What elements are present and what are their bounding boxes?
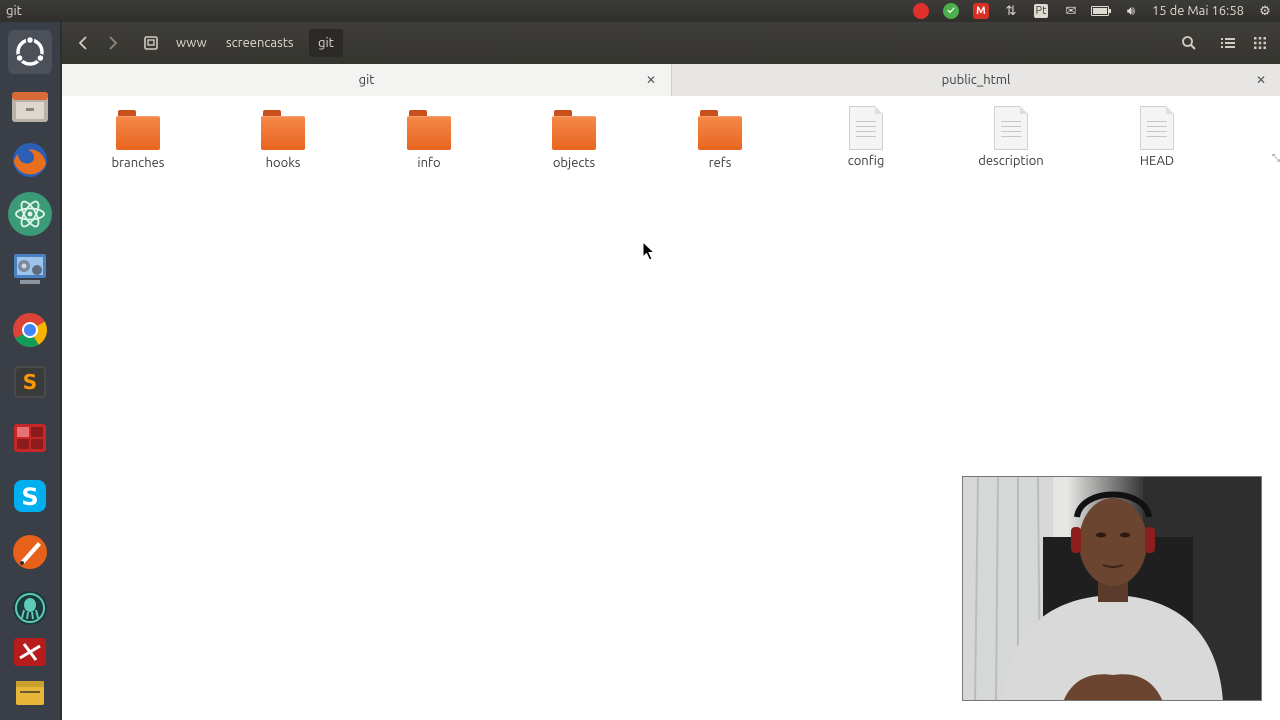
folder-icon: [698, 110, 742, 152]
file-item-branches[interactable]: branches: [83, 104, 193, 170]
settings-gear-icon[interactable]: ⚙: [1254, 0, 1276, 22]
keyboard-layout-label: Pt: [1033, 4, 1049, 18]
atom-icon[interactable]: [8, 192, 52, 236]
file-item-objects[interactable]: objects: [519, 104, 629, 170]
mouse-cursor-icon: [642, 241, 656, 261]
tab-label: public_html: [941, 73, 1011, 87]
file-name: HEAD: [1139, 154, 1175, 168]
app-title: git: [6, 4, 22, 18]
ubuntu-dash-icon[interactable]: [8, 30, 52, 74]
tab-label: git: [358, 73, 375, 87]
launcher: S S: [0, 22, 62, 720]
list-view-button[interactable]: [1217, 29, 1239, 57]
tab-git[interactable]: git: [62, 64, 671, 96]
list-icon: [1221, 38, 1235, 48]
file-item-description[interactable]: description: [956, 104, 1066, 168]
file-name: hooks: [265, 156, 301, 170]
skype-icon[interactable]: S: [8, 474, 52, 518]
grid-icon: [1254, 37, 1266, 49]
text-file-icon: [849, 106, 883, 150]
svg-text:S: S: [21, 483, 38, 511]
network-updown-icon[interactable]: ⇅: [1000, 0, 1022, 22]
file-name: branches: [111, 156, 165, 170]
tab-public-html-close-icon[interactable]: ✕: [1253, 72, 1269, 88]
location-toggle-button[interactable]: [140, 29, 162, 57]
firefox-icon[interactable]: [8, 138, 52, 182]
folder-icon: [552, 110, 596, 152]
file-item-config[interactable]: config: [811, 104, 921, 168]
presenter-video-image: [963, 477, 1261, 700]
file-name: info: [417, 156, 441, 170]
folder-icon: [261, 110, 305, 152]
sublime-text-icon[interactable]: S: [8, 360, 52, 404]
chevron-left-icon: [78, 36, 87, 50]
folder-icon: [407, 110, 451, 152]
search-icon: [1182, 36, 1196, 50]
breadcrumb-item-screencasts[interactable]: screencasts: [217, 29, 302, 57]
battery-icon[interactable]: [1090, 0, 1112, 22]
gitkraken-icon[interactable]: [8, 586, 52, 630]
workspace-switcher-icon[interactable]: [8, 416, 52, 460]
forward-button[interactable]: [102, 29, 124, 57]
file-item-hooks[interactable]: hooks: [228, 104, 338, 170]
file-item-info[interactable]: info: [374, 104, 484, 170]
search-button[interactable]: [1178, 29, 1200, 57]
file-name: objects: [552, 156, 596, 170]
volume-icon[interactable]: 🔊︎: [1120, 0, 1142, 22]
text-file-icon: [1140, 106, 1174, 150]
files-icon[interactable]: [8, 84, 52, 128]
gmail-letter: M: [972, 3, 989, 19]
trash-icon[interactable]: [8, 670, 52, 714]
file-item-refs[interactable]: refs: [665, 104, 775, 170]
back-button[interactable]: [72, 29, 94, 57]
resize-grip-icon: ⤡: [1272, 152, 1280, 163]
breadcrumb-item-www[interactable]: www: [167, 29, 216, 57]
keyboard-layout-icon[interactable]: Pt: [1030, 0, 1052, 22]
clock[interactable]: 15 de Mai 16:58: [1152, 4, 1244, 18]
chevron-right-icon: [109, 36, 118, 50]
mail-icon[interactable]: ✉: [1060, 0, 1082, 22]
system-settings-icon[interactable]: [8, 246, 52, 290]
file-name: description: [978, 154, 1044, 168]
gmail-icon[interactable]: M: [970, 0, 992, 22]
svg-text:S: S: [23, 370, 37, 394]
filezilla-icon[interactable]: [8, 630, 52, 674]
webcam-overlay: [962, 476, 1262, 701]
tab-bar: git ✕ public_html ✕: [62, 64, 1280, 97]
record-icon[interactable]: [910, 0, 932, 22]
grid-view-button[interactable]: [1249, 29, 1271, 57]
file-name: refs: [708, 156, 732, 170]
file-item-head[interactable]: HEAD: [1102, 104, 1212, 168]
chrome-icon[interactable]: [8, 308, 52, 352]
tab-git-close-icon[interactable]: ✕: [643, 72, 659, 88]
indicator-tray: ✓ M ⇅ Pt ✉ 🔊︎ 15 de Mai 16:58 ⚙: [906, 0, 1280, 22]
top-panel: git ✓ M ⇅ Pt ✉ 🔊︎ 15 de Mai 16:58 ⚙: [0, 0, 1280, 22]
inkscape-icon[interactable]: [8, 530, 52, 574]
text-file-icon: [994, 106, 1028, 150]
folder-icon: [116, 110, 160, 152]
header-bar: www screencasts git: [62, 22, 1280, 64]
file-name: config: [847, 154, 885, 168]
tab-public-html[interactable]: public_html: [671, 64, 1280, 96]
drive-icon: [144, 36, 158, 50]
breadcrumb-item-git[interactable]: git: [309, 29, 343, 57]
check-icon[interactable]: ✓: [940, 0, 962, 22]
